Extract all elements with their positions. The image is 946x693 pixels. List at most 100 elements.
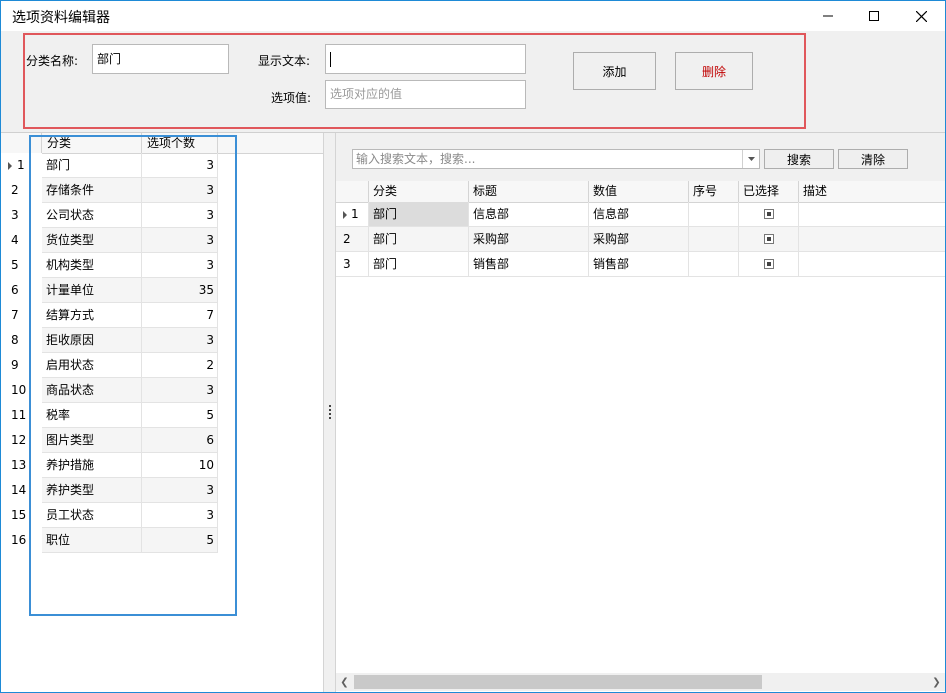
column-header-order[interactable]: 序号 <box>689 181 739 202</box>
row-indicator[interactable]: 1 <box>1 153 42 178</box>
row-indicator[interactable]: 5 <box>1 253 42 278</box>
search-input[interactable]: 输入搜索文本，搜索... <box>352 149 760 169</box>
option-count-cell[interactable]: 3 <box>142 178 218 203</box>
row-indicator[interactable]: 9 <box>1 353 42 378</box>
option-count-cell[interactable]: 3 <box>142 153 218 178</box>
table-row[interactable]: 公司状态 3 <box>42 203 218 228</box>
row-indicator[interactable]: 13 <box>1 453 42 478</box>
option-count-cell[interactable]: 5 <box>142 528 218 553</box>
category-name-cell[interactable]: 员工状态 <box>42 503 142 528</box>
display-text-input[interactable] <box>325 44 526 74</box>
description-cell[interactable] <box>799 202 945 227</box>
search-dropdown-button[interactable] <box>742 150 759 168</box>
row-indicator[interactable]: 7 <box>1 303 42 328</box>
selected-cell[interactable] <box>739 202 799 227</box>
category-name-cell[interactable]: 货位类型 <box>42 228 142 253</box>
table-row[interactable]: 启用状态 2 <box>42 353 218 378</box>
table-row[interactable]: 结算方式 7 <box>42 303 218 328</box>
row-indicator[interactable]: 11 <box>1 403 42 428</box>
category-name-cell[interactable]: 存储条件 <box>42 178 142 203</box>
option-count-cell[interactable]: 6 <box>142 428 218 453</box>
row-indicator[interactable]: 3 <box>1 203 42 228</box>
column-header-category[interactable]: 分类 <box>42 133 142 153</box>
table-row[interactable]: 1 部门 信息部 信息部 <box>336 202 945 227</box>
row-indicator[interactable]: 2 <box>1 178 42 203</box>
table-row[interactable]: 养护类型 3 <box>42 478 218 503</box>
scrollbar-thumb[interactable] <box>354 675 762 689</box>
table-row[interactable]: 存储条件 3 <box>42 178 218 203</box>
table-row[interactable]: 商品状态 3 <box>42 378 218 403</box>
scroll-left-icon[interactable]: ❮ <box>336 673 353 691</box>
row-indicator[interactable]: 16 <box>1 528 42 553</box>
category-cell[interactable]: 部门 <box>369 202 469 227</box>
column-header-count[interactable]: 选项个数 <box>142 133 218 153</box>
description-cell[interactable] <box>799 227 945 252</box>
category-name-cell[interactable]: 部门 <box>42 153 142 178</box>
table-row[interactable]: 职位 5 <box>42 528 218 553</box>
category-name-cell[interactable]: 计量单位 <box>42 278 142 303</box>
order-cell[interactable] <box>689 252 739 277</box>
table-row[interactable]: 拒收原因 3 <box>42 328 218 353</box>
row-indicator[interactable]: 6 <box>1 278 42 303</box>
option-count-cell[interactable]: 3 <box>142 203 218 228</box>
search-button[interactable]: 搜索 <box>764 149 834 169</box>
category-name-cell[interactable]: 公司状态 <box>42 203 142 228</box>
column-header-category[interactable]: 分类 <box>369 181 469 202</box>
category-name-cell[interactable]: 图片类型 <box>42 428 142 453</box>
option-count-cell[interactable]: 3 <box>142 378 218 403</box>
row-indicator[interactable]: 14 <box>1 478 42 503</box>
option-count-cell[interactable]: 3 <box>142 253 218 278</box>
category-name-cell[interactable]: 拒收原因 <box>42 328 142 353</box>
row-indicator[interactable]: 4 <box>1 228 42 253</box>
category-name-cell[interactable]: 税率 <box>42 403 142 428</box>
option-count-cell[interactable]: 3 <box>142 328 218 353</box>
category-cell[interactable]: 部门 <box>369 252 469 277</box>
selected-cell[interactable] <box>739 227 799 252</box>
row-indicator[interactable]: 12 <box>1 428 42 453</box>
selected-cell[interactable] <box>739 252 799 277</box>
row-indicator[interactable]: 3 <box>336 252 369 277</box>
order-cell[interactable] <box>689 202 739 227</box>
category-name-cell[interactable]: 职位 <box>42 528 142 553</box>
category-name-cell[interactable]: 机构类型 <box>42 253 142 278</box>
row-indicator[interactable]: 10 <box>1 378 42 403</box>
category-name-cell[interactable]: 养护措施 <box>42 453 142 478</box>
description-cell[interactable] <box>799 252 945 277</box>
row-indicator[interactable]: 1 <box>336 202 369 227</box>
category-name-cell[interactable]: 商品状态 <box>42 378 142 403</box>
option-count-cell[interactable]: 10 <box>142 453 218 478</box>
column-header-title[interactable]: 标题 <box>469 181 589 202</box>
table-row[interactable]: 税率 5 <box>42 403 218 428</box>
category-name-cell[interactable]: 养护类型 <box>42 478 142 503</box>
title-cell[interactable]: 信息部 <box>469 202 589 227</box>
close-button[interactable] <box>898 1 944 31</box>
value-cell[interactable]: 信息部 <box>589 202 689 227</box>
column-header-value[interactable]: 数值 <box>589 181 689 202</box>
category-grid[interactable]: 分类 选项个数 1 部门 3 2 存储条件 3 3 公司状态 3 4 货位类型 3 5 机构类型 3 6 计量单… <box>1 133 323 692</box>
table-row[interactable]: 部门 3 <box>42 153 218 178</box>
table-row[interactable]: 2 部门 采购部 采购部 <box>336 227 945 252</box>
option-count-cell[interactable]: 3 <box>142 228 218 253</box>
selected-checkbox[interactable] <box>764 234 774 244</box>
pane-splitter[interactable] <box>323 133 336 692</box>
table-row[interactable]: 图片类型 6 <box>42 428 218 453</box>
value-cell[interactable]: 采购部 <box>589 227 689 252</box>
category-name-cell[interactable]: 启用状态 <box>42 353 142 378</box>
column-header-selected[interactable]: 已选择 <box>739 181 799 202</box>
category-name-cell[interactable]: 结算方式 <box>42 303 142 328</box>
row-indicator[interactable]: 15 <box>1 503 42 528</box>
row-indicator[interactable]: 8 <box>1 328 42 353</box>
option-count-cell[interactable]: 3 <box>142 478 218 503</box>
option-count-cell[interactable]: 7 <box>142 303 218 328</box>
value-cell[interactable]: 销售部 <box>589 252 689 277</box>
table-row[interactable]: 养护措施 10 <box>42 453 218 478</box>
row-indicator[interactable]: 2 <box>336 227 369 252</box>
selected-checkbox[interactable] <box>764 209 774 219</box>
table-row[interactable]: 3 部门 销售部 销售部 <box>336 252 945 277</box>
category-input[interactable]: 部门 <box>92 44 229 74</box>
order-cell[interactable] <box>689 227 739 252</box>
column-header-description[interactable]: 描述 <box>799 181 945 202</box>
table-row[interactable]: 员工状态 3 <box>42 503 218 528</box>
maximize-button[interactable] <box>851 1 897 31</box>
table-row[interactable]: 机构类型 3 <box>42 253 218 278</box>
